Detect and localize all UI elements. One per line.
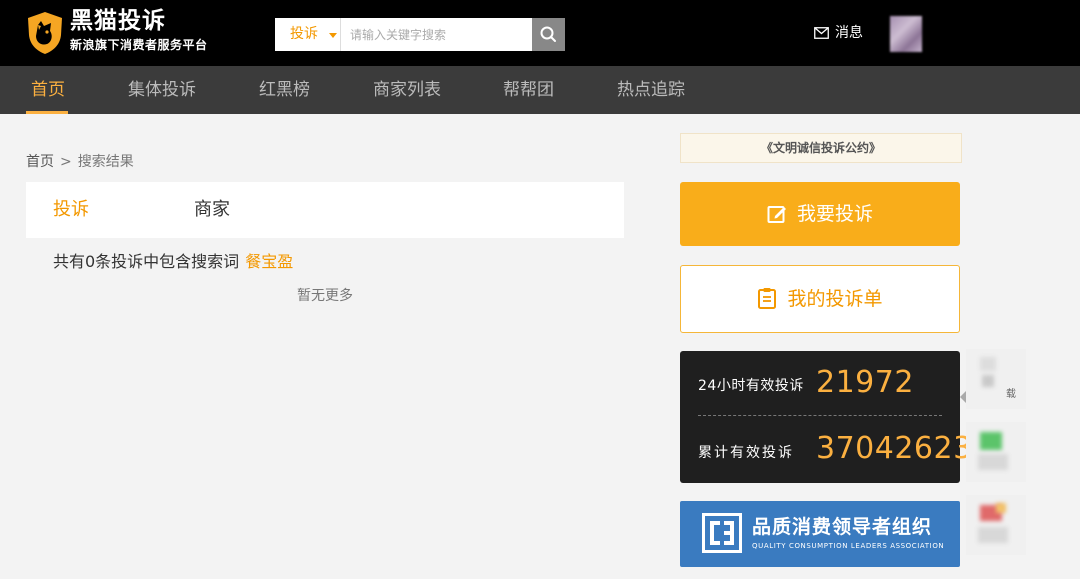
- side-thumb-2[interactable]: [966, 422, 1026, 482]
- breadcrumb-home[interactable]: 首页: [26, 154, 54, 170]
- convention-link[interactable]: 《文明诚信投诉公约》: [680, 133, 962, 163]
- stat-24h-label: 24小时有效投诉: [698, 378, 804, 394]
- thumb-2-image: [980, 432, 1002, 450]
- search-icon: [540, 26, 556, 42]
- stat-total-label: 累计有效投诉: [698, 445, 794, 461]
- messages-link[interactable]: 消息: [814, 22, 863, 44]
- thumb-2-image-part: [978, 454, 1008, 470]
- clipboard-icon: [758, 288, 777, 309]
- nav-item-red-black-list[interactable]: 红黑榜: [259, 66, 310, 114]
- user-avatar[interactable]: [890, 16, 922, 52]
- nav-item-merchant-list[interactable]: 商家列表: [373, 66, 441, 114]
- stat-total: 累计有效投诉 37042623: [698, 431, 972, 481]
- logo-subtitle: 新浪旗下消费者服务平台: [70, 38, 208, 52]
- main-nav: 首页 集体投诉 红黑榜 商家列表 帮帮团 热点追踪: [0, 66, 1080, 114]
- nav-item-help-group[interactable]: 帮帮团: [503, 66, 554, 114]
- file-complaint-button[interactable]: 我要投诉: [680, 182, 960, 246]
- quality-consumption-banner[interactable]: 品质消费领导者组织 QUALITY CONSUMPTION LEADERS AS…: [680, 501, 960, 567]
- nav-item-group-complaints[interactable]: 集体投诉: [128, 66, 196, 114]
- thumb-3-image-part: [978, 527, 1008, 543]
- logo-title[interactable]: 黑猫投诉: [70, 6, 166, 36]
- stat-24h: 24小时有效投诉 21972: [698, 365, 948, 415]
- file-complaint-label: 我要投诉: [796, 203, 873, 225]
- search-bar: 投诉: [275, 18, 565, 51]
- search-button[interactable]: [532, 18, 565, 51]
- association-logo-icon: [702, 513, 742, 553]
- nav-item-hot-tracking[interactable]: 热点追踪: [617, 66, 685, 114]
- search-input[interactable]: [345, 18, 540, 51]
- search-keyword: 餐宝盈: [245, 252, 294, 271]
- thumb-1-image-part: [982, 375, 994, 387]
- thumb-1-caption: 载: [1006, 389, 1016, 400]
- search-type-label: 投诉: [290, 26, 318, 42]
- breadcrumb-current: 搜索结果: [77, 154, 134, 170]
- my-complaints-button[interactable]: 我的投诉单: [680, 265, 960, 333]
- breadcrumb-separator: >: [60, 154, 72, 170]
- nav-item-home[interactable]: 首页: [31, 66, 65, 114]
- breadcrumb: 首页 > 搜索结果: [26, 151, 134, 173]
- banner-title: 品质消费领导者组织: [752, 516, 933, 538]
- messages-label: 消息: [835, 25, 863, 41]
- stats-divider: [698, 415, 942, 416]
- side-thumb-1[interactable]: 载: [966, 349, 1026, 409]
- stats-panel: 24小时有效投诉 21972 累计有效投诉 37042623: [680, 351, 972, 483]
- no-more-text: 暂无更多: [297, 288, 353, 304]
- top-header: 黑猫投诉 新浪旗下消费者服务平台 投诉 消息: [0, 0, 1080, 66]
- stat-total-value: 37042623: [816, 431, 973, 466]
- stat-24h-value: 21972: [816, 365, 914, 400]
- tab-merchants[interactable]: 商家: [194, 182, 230, 238]
- caret-down-icon: [329, 33, 337, 38]
- cat-shield-logo-icon[interactable]: [26, 11, 64, 55]
- tab-complaints[interactable]: 投诉: [53, 182, 89, 238]
- envelope-icon: [814, 27, 829, 39]
- my-complaints-label: 我的投诉单: [787, 288, 883, 310]
- result-summary: 共有0条投诉中包含搜索词 餐宝盈: [53, 250, 293, 274]
- edit-icon: [767, 206, 786, 223]
- thumb-1-image: [980, 357, 996, 371]
- banner-subtitle: QUALITY CONSUMPTION LEADERS ASSOCIATION: [752, 542, 945, 550]
- side-thumb-3[interactable]: [966, 495, 1026, 555]
- search-type-select[interactable]: 投诉: [275, 18, 341, 51]
- result-summary-text: 共有0条投诉中包含搜索词: [53, 252, 240, 271]
- thumb-3-image-accent: [996, 503, 1006, 513]
- nav-active-indicator: [26, 111, 68, 114]
- result-tabs: 投诉 商家: [26, 182, 624, 238]
